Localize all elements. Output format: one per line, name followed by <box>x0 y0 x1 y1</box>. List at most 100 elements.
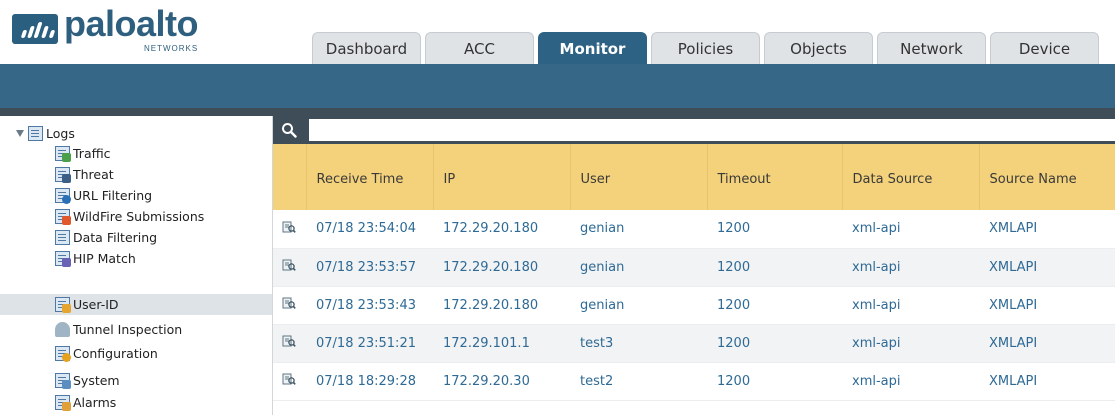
sidebar-item-traffic[interactable]: Traffic <box>55 146 111 162</box>
cell-user[interactable]: test2 <box>570 362 707 401</box>
sidebar-item-label: User-ID <box>73 297 119 312</box>
sidebar-item-logs[interactable]: Logs <box>16 124 75 142</box>
nav-bar <box>0 64 1115 108</box>
user-id-log-table: Receive Time IP User Timeout Data Source… <box>273 144 1115 401</box>
cell-timeout[interactable]: 1200 <box>707 210 842 249</box>
user-id-icon <box>55 297 71 313</box>
expand-triangle-icon[interactable] <box>16 129 24 137</box>
detail-view-icon[interactable] <box>282 258 296 272</box>
cell-data-source[interactable]: xml-api <box>842 324 979 363</box>
sidebar-item-alarms[interactable]: Alarms <box>55 395 117 411</box>
cell-ip[interactable]: 172.29.20.180 <box>433 248 570 287</box>
column-header-receive-time[interactable]: Receive Time <box>306 144 434 210</box>
alarms-icon <box>55 395 71 411</box>
log-filter-input[interactable] <box>309 119 1115 141</box>
cell-user[interactable]: genian <box>570 210 707 249</box>
wildfire-icon <box>55 209 71 225</box>
sidebar-item-wildfire[interactable]: WildFire Submissions <box>55 209 205 225</box>
cell-source-name[interactable]: XMLAPI <box>979 286 1115 325</box>
cell-data-source[interactable]: xml-api <box>842 286 979 325</box>
log-view: Receive Time IP User Timeout Data Source… <box>273 116 1115 415</box>
cell-receive-time[interactable]: 07/18 23:51:21 <box>306 324 433 363</box>
cell-ip[interactable]: 172.29.20.180 <box>433 286 570 325</box>
cell-source-name[interactable]: XMLAPI <box>979 248 1115 287</box>
sidebar-item-data-filtering[interactable]: Data Filtering <box>55 230 157 245</box>
cell-ip[interactable]: 172.29.20.30 <box>433 362 570 401</box>
sidebar-item-user-id[interactable]: User-ID <box>0 294 272 315</box>
cell-timeout[interactable]: 1200 <box>707 324 842 363</box>
sidebar-item-hip-match[interactable]: HIP Match <box>55 251 136 267</box>
cell-user[interactable]: test3 <box>570 324 707 363</box>
cell-source-name[interactable]: XMLAPI <box>979 210 1115 249</box>
toolbar-strip <box>0 108 1115 116</box>
tab-device[interactable]: Device <box>990 32 1099 64</box>
column-header-ip[interactable]: IP <box>433 144 571 210</box>
sidebar-item-label: Traffic <box>73 146 111 161</box>
top-header: paloalto NETWORKS Dashboard ACC Monitor … <box>0 0 1115 64</box>
cell-data-source[interactable]: xml-api <box>842 362 979 401</box>
logs-folder-icon <box>28 125 43 141</box>
search-icon[interactable] <box>281 122 297 138</box>
sidebar-item-label: Logs <box>46 125 75 141</box>
column-header-source-name[interactable]: Source Name <box>979 144 1115 210</box>
threat-log-icon <box>55 167 71 183</box>
system-icon <box>55 373 71 389</box>
cell-timeout[interactable]: 1200 <box>707 248 842 287</box>
cell-timeout[interactable]: 1200 <box>707 362 842 401</box>
table-row: 07/18 23:53:57 172.29.20.180 genian 1200… <box>273 248 1115 287</box>
cell-source-name[interactable]: XMLAPI <box>979 362 1115 401</box>
table-row: 07/18 18:29:28 172.29.20.30 test2 1200 x… <box>273 362 1115 401</box>
tab-monitor[interactable]: Monitor <box>538 32 647 64</box>
paloalto-logo-mark-icon <box>12 14 58 44</box>
table-row: 07/18 23:51:21 172.29.101.1 test3 1200 x… <box>273 324 1115 363</box>
tab-network[interactable]: Network <box>877 32 986 64</box>
cell-data-source[interactable]: xml-api <box>842 210 979 249</box>
sidebar-item-label: System <box>73 373 120 388</box>
table-header-row: Receive Time IP User Timeout Data Source… <box>273 144 1115 210</box>
cell-timeout[interactable]: 1200 <box>707 286 842 325</box>
url-filtering-icon <box>55 188 71 204</box>
sidebar-item-label: Configuration <box>73 346 158 361</box>
sidebar-item-label: Data Filtering <box>73 230 158 245</box>
filter-bar <box>273 116 1115 144</box>
monitor-sidebar: Logs Traffic Threat URL Filtering WildFi… <box>0 116 273 415</box>
sidebar-item-label: Alarms <box>73 395 117 410</box>
sidebar-item-label: URL Filtering <box>73 188 153 203</box>
sidebar-item-configuration[interactable]: Configuration <box>55 346 158 362</box>
sidebar-item-threat[interactable]: Threat <box>55 167 114 183</box>
detail-view-icon[interactable] <box>282 334 296 348</box>
sidebar-item-system[interactable]: System <box>55 373 120 389</box>
cell-receive-time[interactable]: 07/18 18:29:28 <box>306 362 433 401</box>
sidebar-item-label: WildFire Submissions <box>73 209 205 224</box>
tab-dashboard[interactable]: Dashboard <box>312 32 421 64</box>
data-filtering-icon <box>55 230 70 245</box>
detail-view-icon[interactable] <box>282 372 296 386</box>
cell-user[interactable]: genian <box>570 248 707 287</box>
cell-receive-time[interactable]: 07/18 23:53:43 <box>306 286 433 325</box>
cell-data-source[interactable]: xml-api <box>842 248 979 287</box>
column-header-timeout[interactable]: Timeout <box>707 144 843 210</box>
tab-objects[interactable]: Objects <box>764 32 873 64</box>
cell-ip[interactable]: 172.29.101.1 <box>433 324 570 363</box>
cell-receive-time[interactable]: 07/18 23:53:57 <box>306 248 433 287</box>
detail-view-icon[interactable] <box>282 220 296 234</box>
sidebar-item-url-filtering[interactable]: URL Filtering <box>55 188 153 204</box>
paloalto-logo: paloalto NETWORKS <box>12 4 212 53</box>
cell-user[interactable]: genian <box>570 286 707 325</box>
cell-source-name[interactable]: XMLAPI <box>979 324 1115 363</box>
column-header-data-source[interactable]: Data Source <box>842 144 980 210</box>
traffic-log-icon <box>55 146 71 162</box>
table-row: 07/18 23:53:43 172.29.20.180 genian 1200… <box>273 286 1115 325</box>
table-row: 07/18 23:54:04 172.29.20.180 genian 1200… <box>273 210 1115 249</box>
cell-receive-time[interactable]: 07/18 23:54:04 <box>306 210 433 249</box>
sidebar-item-label: HIP Match <box>73 251 136 266</box>
configuration-icon <box>55 346 71 362</box>
tab-policies[interactable]: Policies <box>651 32 760 64</box>
tab-acc[interactable]: ACC <box>425 32 534 64</box>
sidebar-item-tunnel-inspection[interactable]: Tunnel Inspection <box>55 322 182 337</box>
column-header-user[interactable]: User <box>570 144 708 210</box>
brand-subtitle: NETWORKS <box>144 44 199 53</box>
sidebar-item-label: Threat <box>73 167 114 182</box>
cell-ip[interactable]: 172.29.20.180 <box>433 210 570 249</box>
detail-view-icon[interactable] <box>282 296 296 310</box>
